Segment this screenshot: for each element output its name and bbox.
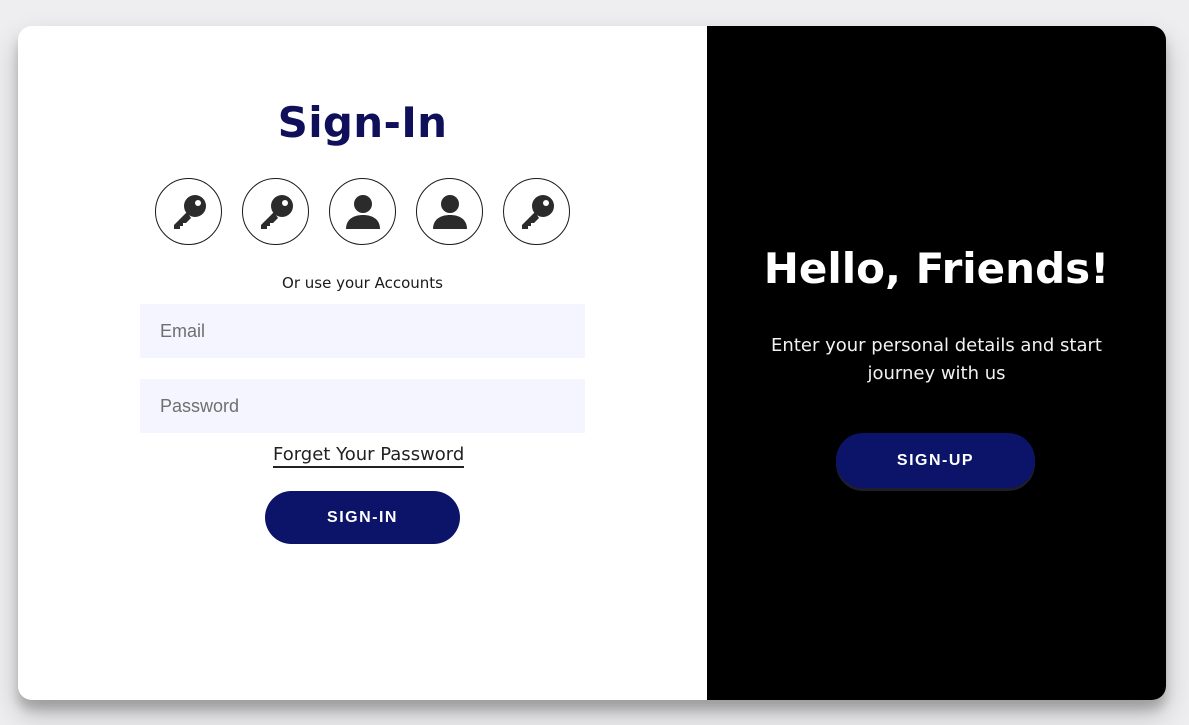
key-icon [260,194,293,229]
social-button-key-2[interactable] [242,178,309,245]
key-icon [521,194,554,229]
forgot-password-link[interactable]: Forget Your Password [273,444,465,468]
password-input[interactable] [140,379,585,433]
overlay-subtitle: Enter your personal details and start jo… [771,335,1102,384]
sign-in-title: Sign-In [277,98,448,147]
auth-card: Sign-In Or use your Accounts Email Forge… [18,26,1166,700]
user-icon [432,194,467,229]
social-button-user-2[interactable] [416,178,483,245]
sign-in-button[interactable]: SIGN-IN [265,491,460,544]
email-input[interactable] [140,304,585,358]
overlay-title: Hello, Friends! [763,244,1110,293]
social-button-key-1[interactable] [155,178,222,245]
social-button-user-1[interactable] [329,178,396,245]
social-button-key-3[interactable] [503,178,570,245]
alt-login-text: Or use your Accounts [282,274,443,292]
sign-up-button[interactable]: SIGN-UP [836,433,1035,488]
key-icon [173,194,206,229]
overlay-panel: Hello, Friends! Enter your personal deta… [707,26,1166,700]
sign-in-panel: Sign-In Or use your Accounts Email Forge… [18,26,707,700]
user-icon [345,194,380,229]
social-login-row [155,178,570,245]
